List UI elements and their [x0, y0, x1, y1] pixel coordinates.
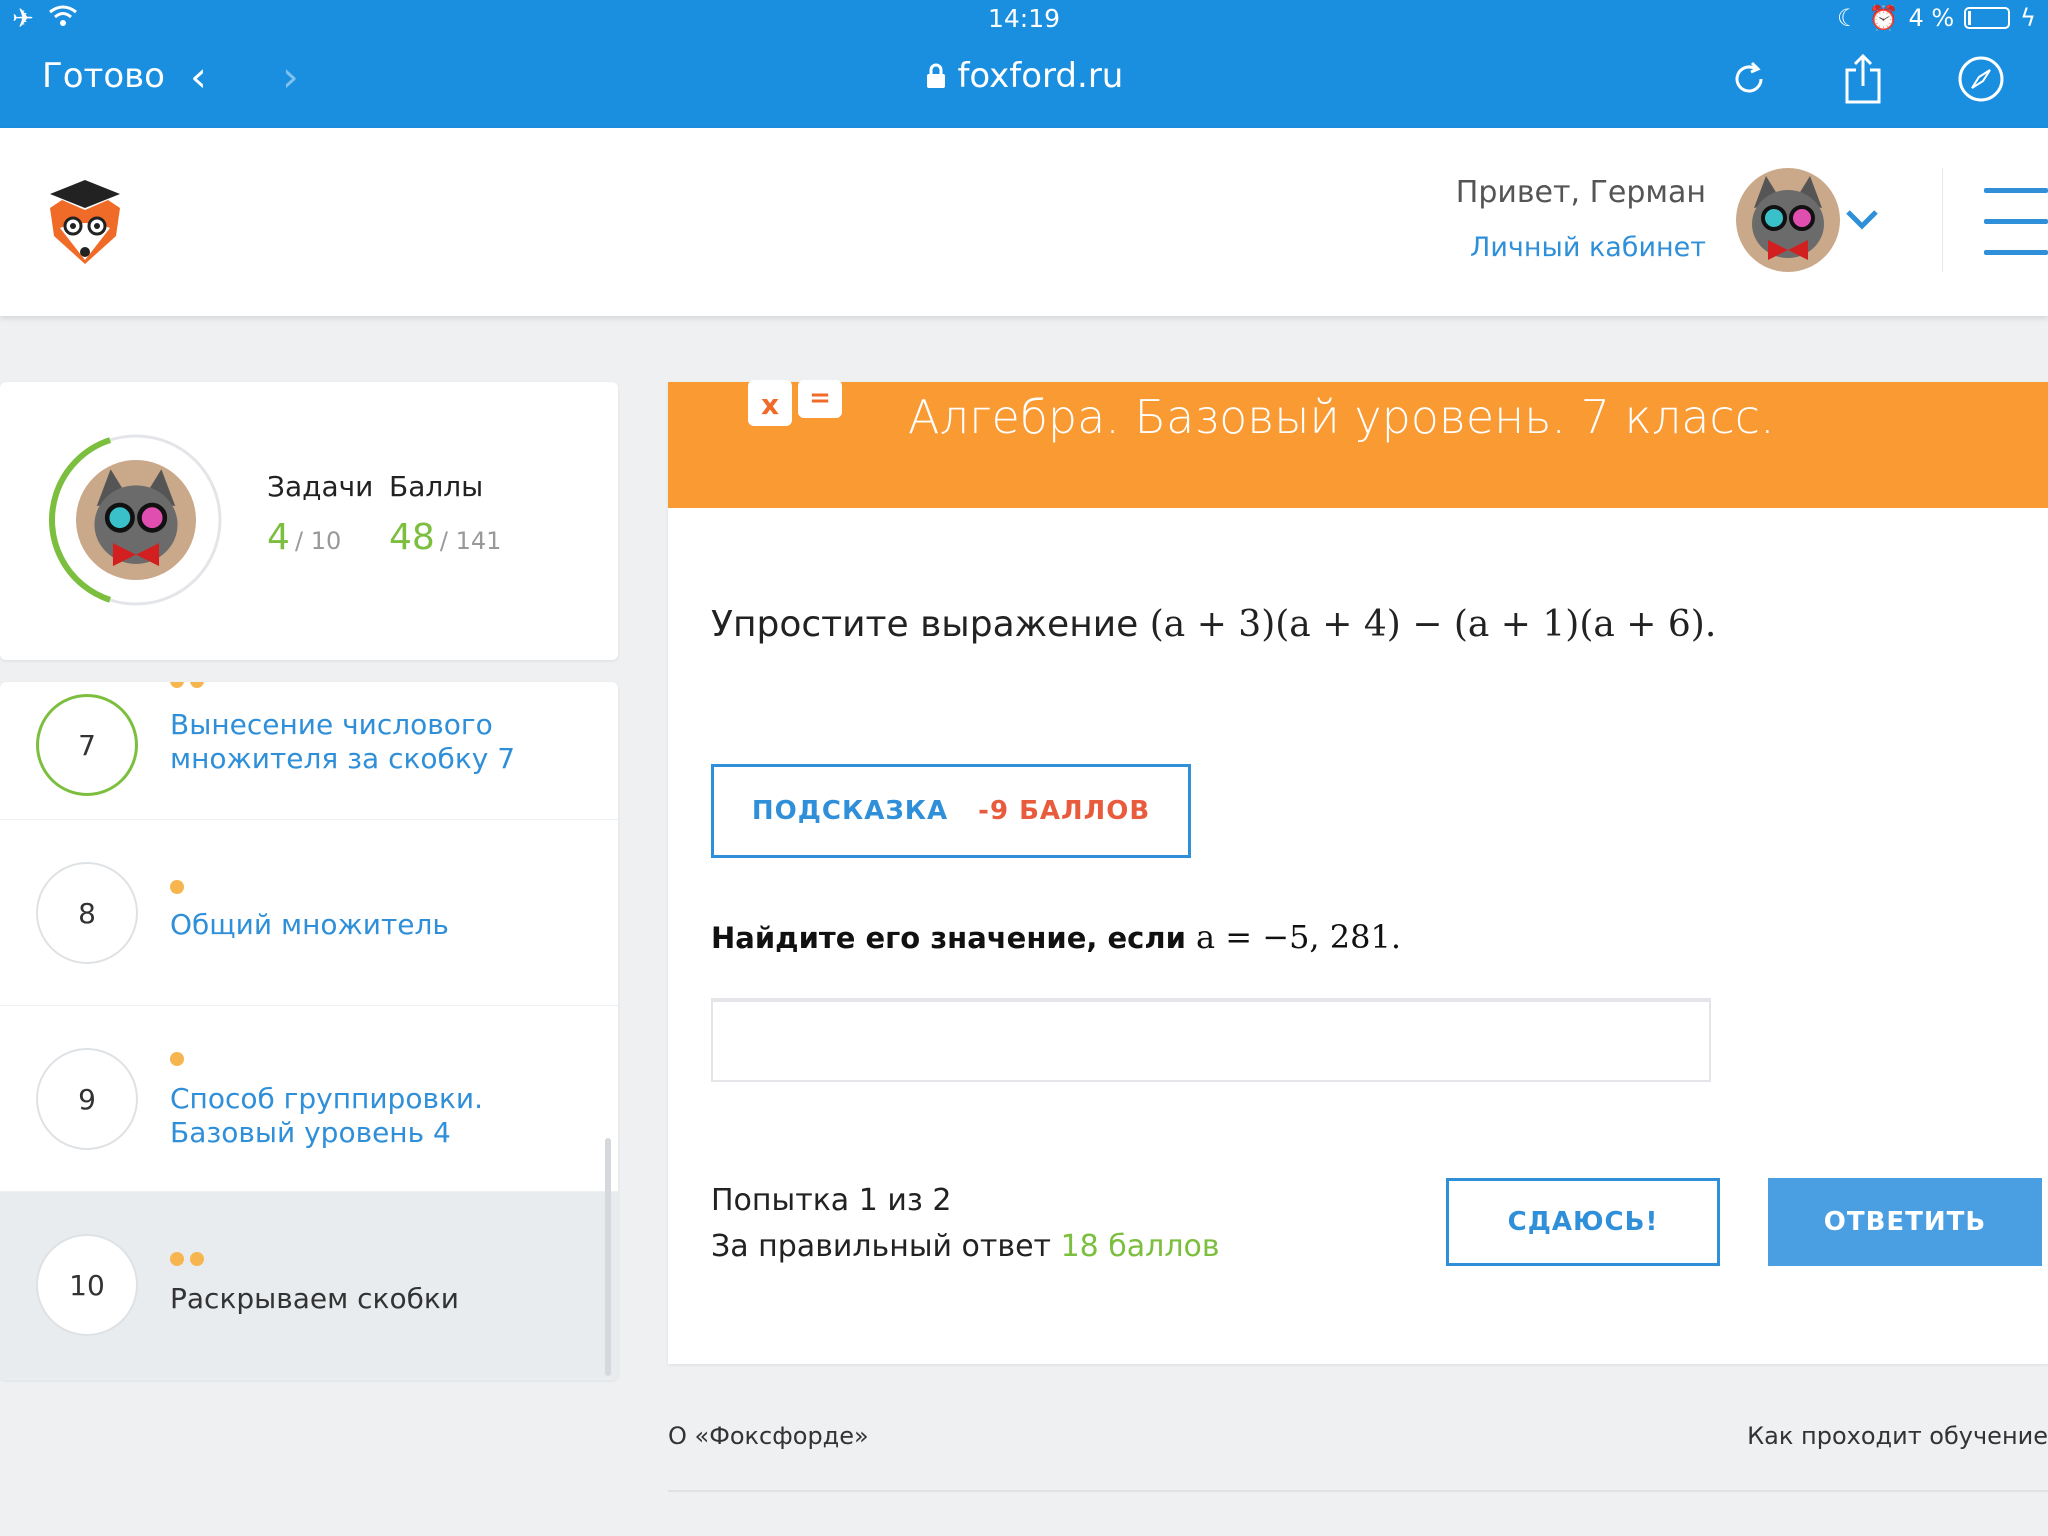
- tasks-stat: Задачи 4 / 10: [267, 470, 373, 558]
- lesson-title: Способ группировки. Базовый уровень 4: [170, 1082, 483, 1149]
- tasks-total: / 10: [295, 527, 342, 555]
- attempt-info: Попытка 1 из 2 За правильный ответ 18 ба…: [711, 1178, 1220, 1270]
- reload-icon[interactable]: [1726, 56, 1772, 102]
- tasks-label: Задачи: [267, 470, 374, 503]
- lesson-list-scrollbar[interactable]: [605, 1138, 611, 1376]
- points-done: 48: [389, 517, 435, 558]
- url-text: foxford.ru: [957, 56, 1124, 96]
- points-stat: Баллы 48 / 141: [389, 470, 501, 558]
- reward-points: 18 баллов: [1060, 1229, 1220, 1264]
- browser-toolbar: ✈ 14:19 ☾ ⏰ 4 % ϟ Готово ‹ › foxford.ru: [0, 0, 2048, 128]
- course-title: Алгебра. Базовый уровень. 7 класс.: [908, 390, 1775, 444]
- lesson-number: 8: [36, 862, 138, 964]
- foxford-logo[interactable]: [40, 178, 130, 268]
- charging-icon: ϟ: [2020, 4, 2036, 32]
- hint-cost: -9 БАЛЛОВ: [978, 796, 1151, 826]
- lesson-number: 9: [36, 1048, 138, 1150]
- find-value-statement: Найдите его значение, если a = −5, 281.: [711, 918, 1401, 956]
- compass-icon[interactable]: [1958, 56, 2004, 102]
- lesson-difficulty-dots: [170, 1252, 204, 1266]
- battery-percent: 4 %: [1908, 4, 1955, 32]
- share-icon[interactable]: [1840, 54, 1886, 104]
- footer-how-link[interactable]: Как проходит обучение: [1747, 1422, 2048, 1450]
- profile-avatar: [76, 460, 196, 580]
- lesson-title: Раскрываем скобки: [170, 1282, 459, 1315]
- attempt-counter: Попытка 1 из 2: [711, 1183, 952, 1218]
- find-prompt: Найдите его значение, если: [711, 921, 1186, 955]
- lesson-difficulty-dots: [170, 682, 204, 688]
- lesson-item[interactable]: 9 Способ группировки. Базовый уровень 4: [0, 1006, 618, 1192]
- lesson-number: 7: [36, 694, 138, 796]
- status-time: 14:19: [987, 4, 1061, 33]
- battery-icon: [1964, 7, 2011, 29]
- course-banner: x = Алгебра. Базовый уровень. 7 класс.: [668, 380, 2048, 508]
- lesson-item-active[interactable]: 10 Раскрываем скобки: [0, 1192, 618, 1380]
- task-card: x = Алгебра. Базовый уровень. 7 класс. У…: [668, 380, 2048, 1364]
- hint-button[interactable]: ПОДСКАЗКА -9 БАЛЛОВ: [711, 764, 1191, 858]
- greeting: Привет, Герман: [1455, 175, 1706, 210]
- answer-input[interactable]: [711, 998, 1711, 1082]
- task-statement: Упростите выражение (a + 3)(a + 4) − (a …: [711, 604, 1716, 645]
- reward-prefix: За правильный ответ: [711, 1229, 1052, 1264]
- status-right: ☾ ⏰ 4 % ϟ: [1837, 4, 2036, 32]
- lesson-number: 10: [36, 1234, 138, 1336]
- footer-about-link[interactable]: О «Фоксфорде»: [668, 1422, 869, 1450]
- lesson-item[interactable]: 8 Общий множитель: [0, 820, 618, 1006]
- formula-icon: x =: [746, 380, 846, 440]
- lock-icon: [925, 56, 958, 96]
- points-label: Баллы: [389, 470, 484, 503]
- footer-divider: [668, 1490, 2048, 1492]
- profile-card: Задачи 4 / 10 Баллы 48 / 141: [0, 382, 618, 660]
- tasks-done: 4: [267, 517, 290, 558]
- lesson-title: Общий множитель: [170, 908, 449, 941]
- lesson-title: Вынесение числового множителя за скобку …: [170, 708, 516, 775]
- alarm-icon: ⏰: [1868, 4, 1899, 32]
- moon-icon: ☾: [1837, 4, 1859, 32]
- give-up-button[interactable]: СДАЮСЬ!: [1446, 1178, 1720, 1266]
- submit-answer-button[interactable]: ОТВЕТИТЬ: [1768, 1178, 2042, 1266]
- user-avatar[interactable]: [1736, 168, 1840, 272]
- points-total: / 141: [439, 527, 502, 555]
- personal-cabinet-link[interactable]: Личный кабинет: [1470, 232, 1706, 263]
- lesson-item[interactable]: 7 Вынесение числового множителя за скобк…: [0, 682, 618, 820]
- task-prompt: Упростите выражение: [711, 604, 1139, 645]
- find-condition: a = −5, 281.: [1196, 918, 1402, 956]
- lesson-difficulty-dots: [170, 880, 184, 894]
- lesson-difficulty-dots: [170, 1052, 184, 1066]
- formula-icon-left: x: [761, 388, 779, 421]
- lesson-list: 7 Вынесение числового множителя за скобк…: [0, 682, 618, 1380]
- formula-icon-right: =: [809, 383, 831, 413]
- chevron-down-icon[interactable]: [1842, 198, 1882, 238]
- site-header: Привет, Герман Личный кабинет: [0, 128, 2048, 316]
- header-divider: [1942, 168, 1943, 272]
- task-expression: (a + 3)(a + 4) − (a + 1)(a + 6).: [1149, 604, 1717, 645]
- hamburger-menu-icon[interactable]: [1984, 188, 2048, 258]
- hint-label: ПОДСКАЗКА: [751, 796, 949, 826]
